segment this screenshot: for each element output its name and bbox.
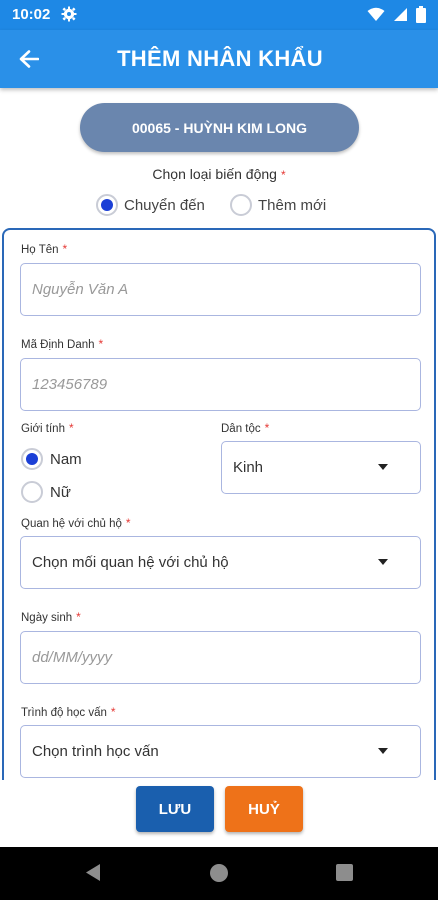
required-mark: * — [98, 337, 104, 351]
settings-gear-icon — [61, 6, 77, 27]
radio-button-checked[interactable] — [96, 194, 118, 216]
radio-label: Thêm mới — [258, 196, 327, 214]
dropdown-arrow-icon — [378, 559, 388, 565]
gender-option-label: Nữ — [50, 483, 71, 501]
battery-icon — [416, 6, 426, 28]
required-mark: * — [125, 516, 131, 530]
form-card: Họ Tên * Nguyễn Văn A Mã Định Danh * 12345… — [2, 228, 436, 780]
ethnicity-select[interactable]: Kinh — [221, 441, 421, 494]
full-name-label: Họ Tên * — [21, 242, 67, 256]
relationship-value: Chọn mối quan hệ với chủ hộ — [32, 554, 229, 571]
education-label-text: Trình độ học vấn — [21, 707, 107, 719]
page-title: THÊM NHÂN KHẨU — [117, 46, 323, 71]
birth-date-label-text: Ngày sinh — [21, 612, 73, 624]
full-name-input[interactable]: Nguyễn Văn A — [20, 263, 421, 316]
required-mark: * — [68, 421, 74, 435]
radio-button[interactable] — [21, 481, 43, 503]
system-nav-bar — [0, 847, 438, 900]
id-code-label-text: Mã Định Danh — [21, 339, 95, 351]
birth-date-input[interactable]: dd/MM/yyyy — [20, 631, 421, 684]
relationship-select[interactable]: Chọn mối quan hệ với chủ hộ — [20, 536, 421, 589]
required-mark: * — [62, 242, 68, 256]
required-mark: * — [280, 168, 286, 182]
gender-label: Giới tính * — [21, 421, 74, 435]
dropdown-arrow-icon — [378, 748, 388, 754]
relationship-label-text: Quan hệ với chủ hộ — [21, 518, 122, 530]
ethnicity-value: Kinh — [233, 459, 264, 476]
radio-option-them-moi[interactable]: Thêm mới — [230, 194, 326, 216]
nav-recents-icon[interactable] — [336, 864, 353, 881]
dropdown-arrow-icon — [378, 464, 388, 470]
id-code-label: Mã Định Danh * — [21, 337, 103, 351]
change-type-label: Chọn loại biến động * — [0, 166, 438, 182]
id-code-input[interactable]: 123456789 — [20, 358, 421, 411]
radio-button-checked[interactable] — [21, 448, 43, 470]
wifi-icon — [367, 7, 385, 27]
nav-home-icon[interactable] — [210, 864, 228, 882]
household-badge: 00065 - HUỲNH KIM LONG — [80, 103, 359, 152]
status-time: 10:02 — [12, 6, 51, 23]
ethnicity-label-text: Dân tộc — [221, 423, 261, 435]
gender-option-nam[interactable]: Nam — [21, 448, 82, 470]
change-type-label-text: Chọn loại biến động — [152, 166, 277, 182]
gender-label-text: Giới tính — [21, 423, 65, 435]
radio-button[interactable] — [230, 194, 252, 216]
full-name-label-text: Họ Tên — [21, 244, 59, 256]
cancel-button[interactable]: HUỶ — [225, 786, 303, 832]
signal-icon — [393, 7, 408, 27]
gender-option-label: Nam — [50, 450, 82, 468]
ethnicity-label: Dân tộc * — [221, 421, 269, 435]
radio-option-chuyen-den[interactable]: Chuyển đến — [96, 194, 205, 216]
required-mark: * — [264, 421, 270, 435]
radio-label: Chuyển đến — [124, 196, 205, 214]
status-bar: 10:02 — [0, 0, 438, 30]
nav-back-icon[interactable] — [85, 863, 101, 887]
gender-option-nu[interactable]: Nữ — [21, 481, 71, 503]
required-mark: * — [110, 705, 116, 719]
relationship-label: Quan hệ với chủ hộ * — [21, 516, 131, 530]
app-bar: THÊM NHÂN KHẨU — [0, 30, 438, 88]
birth-date-label: Ngày sinh * — [21, 610, 81, 624]
education-value: Chọn trình học vấn — [32, 743, 159, 760]
education-label: Trình độ học vấn * — [21, 705, 116, 719]
status-icons — [367, 6, 426, 28]
save-button[interactable]: LƯU — [136, 786, 214, 832]
required-mark: * — [76, 610, 81, 624]
education-select[interactable]: Chọn trình học vấn — [20, 725, 421, 778]
